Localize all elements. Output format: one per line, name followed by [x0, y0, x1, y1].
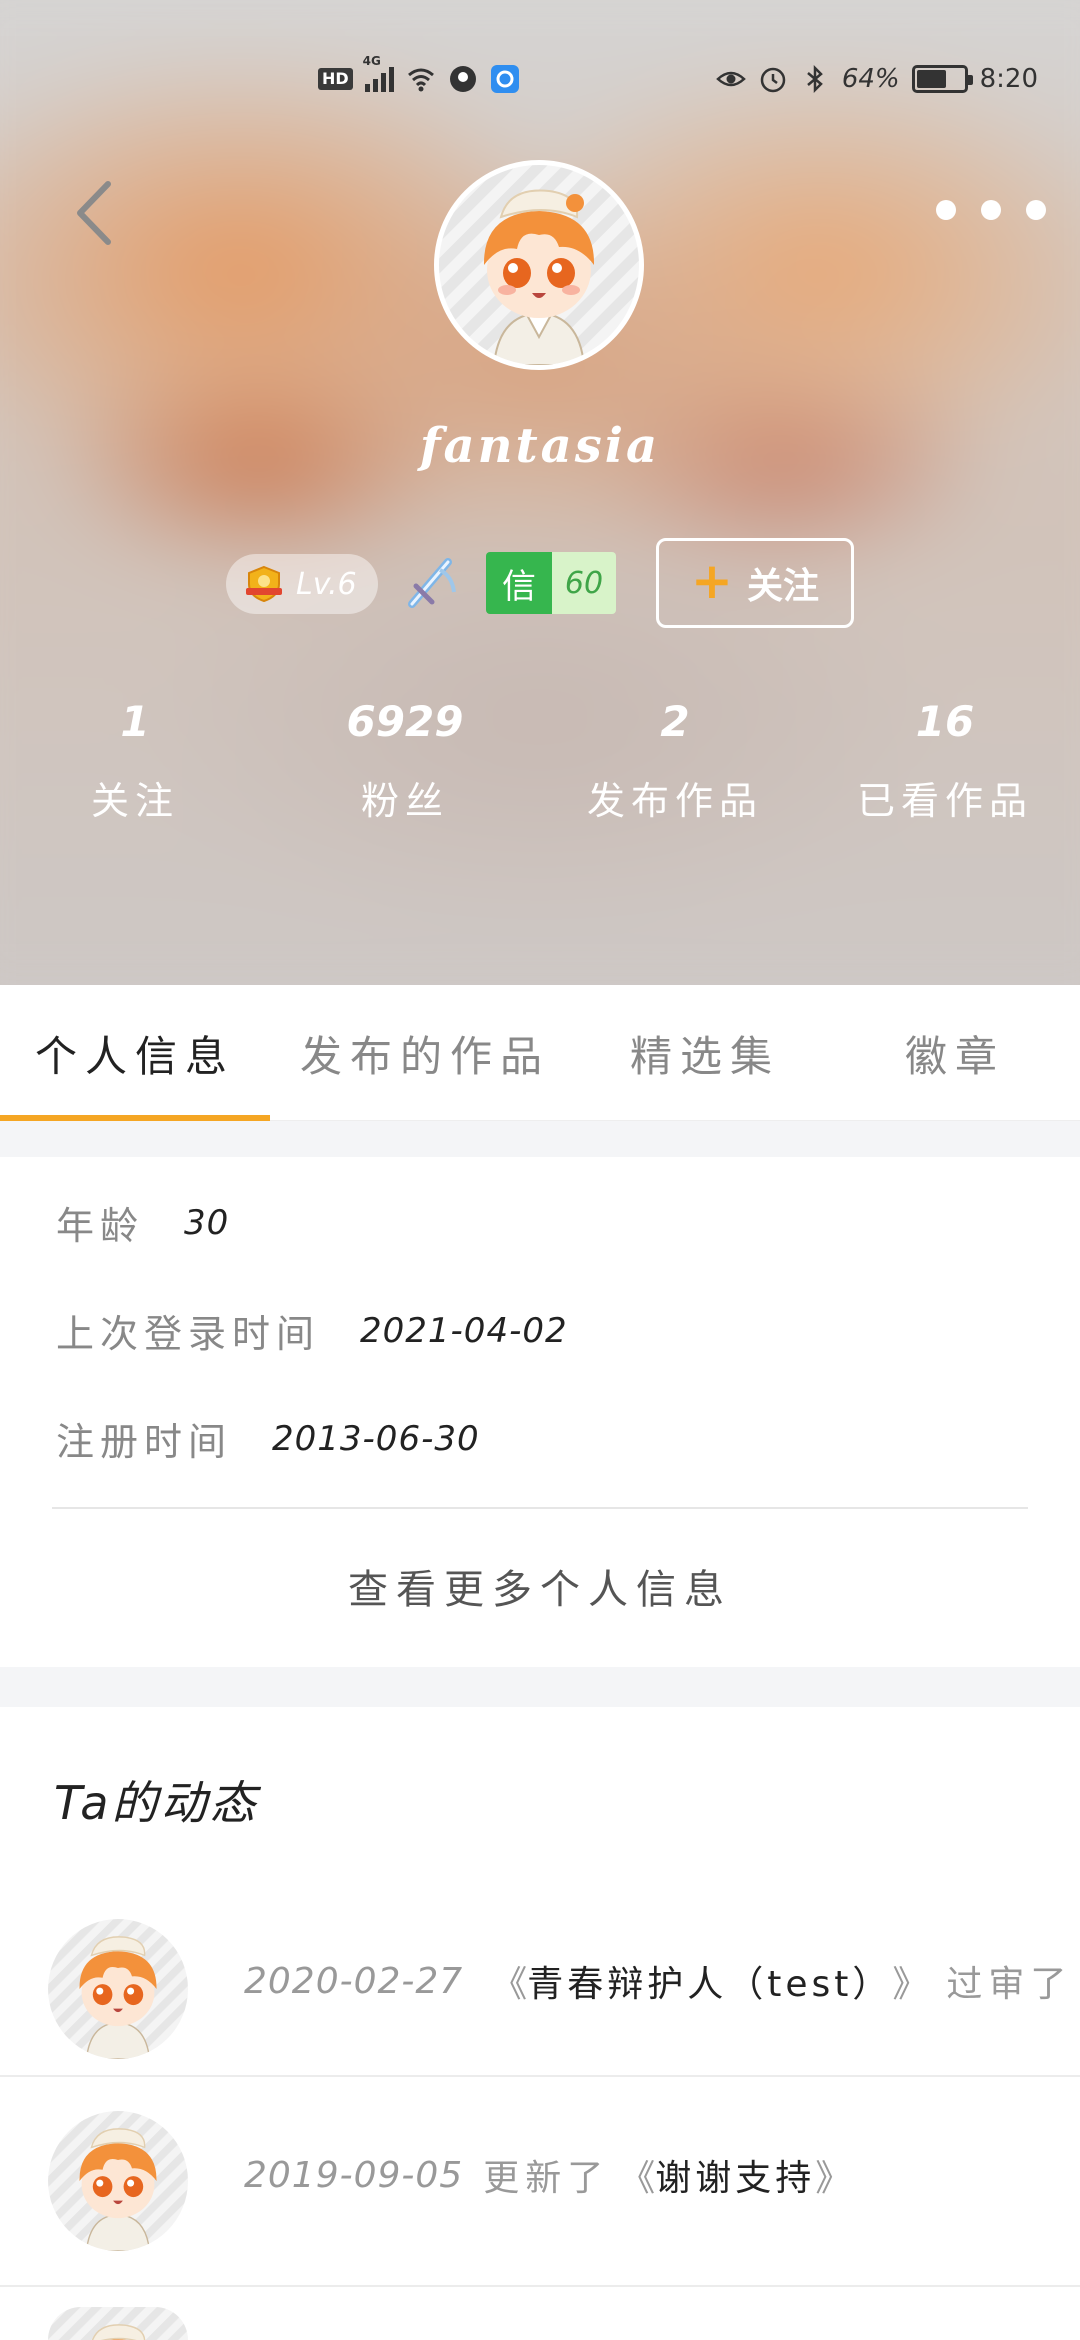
personal-info-section: 年龄 30 上次登录时间 2021-04-02 注册时间 2013-06-30 …: [0, 1157, 1080, 1667]
avatar-illustration: [48, 2307, 188, 2340]
more-icon[interactable]: [936, 196, 1046, 224]
last-login-value: 2021-04-02: [360, 1310, 568, 1351]
stat-published[interactable]: 2 发布作品: [540, 690, 810, 840]
status-bar-right: 64% 8:20: [715, 52, 1038, 106]
book-quote-open: 《: [619, 2158, 656, 2199]
activity-action: 过审了: [946, 1964, 1073, 2005]
back-icon[interactable]: [70, 178, 118, 248]
register-label: 注册时间: [56, 1420, 233, 1464]
signal-icon: 4G: [363, 54, 394, 92]
view-more-info-link[interactable]: 查看更多个人信息: [0, 1557, 1080, 1615]
follow-label: 关注: [746, 566, 819, 607]
last-login-label: 上次登录时间: [56, 1312, 321, 1356]
stat-fans[interactable]: 6929 粉丝: [270, 690, 540, 840]
activity-title: Ta的动态: [54, 1776, 259, 1830]
stat-value: 16: [915, 697, 975, 746]
info-row-register: 注册时间 2013-06-30: [56, 1411, 480, 1466]
stat-following[interactable]: 1 关注: [0, 690, 270, 840]
book-quote-close: 》: [815, 2158, 852, 2199]
status-bar: HD 4G 64% 8:20: [0, 52, 1080, 106]
activity-date: 2020-02-27: [244, 1960, 464, 2002]
activity-section: Ta的动态 2020-02-27 《 青春辩护人（test） 》 过审了 201…: [0, 1707, 1080, 2340]
stat-value: 6929: [346, 697, 464, 746]
info-row-last-login: 上次登录时间 2021-04-02: [56, 1303, 568, 1358]
wifi-icon: [407, 68, 434, 92]
avatar-illustration: [439, 165, 639, 365]
battery-icon: [911, 65, 973, 93]
eye-icon: [715, 71, 746, 87]
profile-header: HD 4G 64% 8:20 fantasia Lv.6 信 60 + 关注 1…: [0, 0, 1080, 985]
profile-stats: 1 关注 6929 粉丝 2 发布作品 16 已看作品: [0, 690, 1080, 840]
status-bar-left: HD 4G: [318, 52, 520, 106]
alarm-icon: [760, 67, 786, 93]
app-blue-icon: [490, 65, 519, 93]
list-item[interactable]: 2020-02-27 《 青春辩护人（test） 》 过审了: [0, 1867, 1080, 2077]
network-type: 4G: [362, 54, 381, 68]
badge-row: Lv.6 信 60 + 关注: [0, 538, 1080, 628]
stat-label: 已看作品: [856, 779, 1033, 823]
book-quote-close: 》: [892, 1964, 929, 2005]
username: fantasia: [419, 418, 661, 474]
app-notification-icon: [449, 66, 476, 92]
activity-action: 更新了: [483, 2158, 610, 2199]
stat-value: 2: [660, 697, 690, 746]
register-value: 2013-06-30: [272, 1418, 480, 1459]
info-row-age: 年龄 30: [56, 1195, 229, 1250]
section-gap: [0, 1667, 1080, 1707]
avatar[interactable]: [48, 2111, 188, 2251]
work-title-link[interactable]: 青春辩护人（test）: [527, 1955, 892, 2007]
bluetooth-icon: [807, 64, 823, 94]
avatar-illustration: [48, 2111, 188, 2251]
battery-percent: 64%: [841, 64, 900, 94]
credit-score: 60: [552, 552, 616, 614]
stat-label: 关注: [90, 779, 179, 823]
stat-label: 发布作品: [586, 779, 763, 823]
activity-text: 2020-02-27 《 青春辩护人（test） 》 过审了: [244, 1955, 1072, 2007]
tab-badges[interactable]: 徽章: [830, 985, 1080, 1121]
level-badge[interactable]: Lv.6: [226, 554, 378, 614]
follow-button[interactable]: + 关注: [656, 538, 854, 628]
list-item[interactable]: 2019-09-05 更新了 《 谢谢支持 》: [0, 2077, 1080, 2287]
level-shield-icon: [246, 565, 282, 603]
age-value: 30: [184, 1202, 230, 1243]
tab-personal-info[interactable]: 个人信息: [0, 985, 270, 1121]
avatar[interactable]: [48, 1919, 188, 2059]
level-label: Lv.6: [296, 566, 357, 602]
activity-date: 2019-09-05: [244, 2154, 464, 2196]
profile-tabs: 个人信息 发布的作品 精选集 徽章: [0, 985, 1080, 1121]
stat-label: 粉丝: [360, 779, 449, 823]
clock: 8:20: [979, 64, 1038, 94]
credit-label: 信: [486, 552, 552, 614]
sword-badge-icon[interactable]: [404, 552, 460, 612]
avatar-illustration: [48, 1919, 188, 2059]
stat-value: 1: [120, 697, 150, 746]
avatar[interactable]: [434, 160, 644, 370]
avatar[interactable]: [48, 2307, 188, 2340]
work-title-link[interactable]: 谢谢支持: [655, 2149, 815, 2201]
credit-badge[interactable]: 信 60: [486, 552, 616, 614]
stat-viewed[interactable]: 16 已看作品: [810, 690, 1080, 840]
hd-badge: HD: [318, 68, 353, 90]
tab-published-works[interactable]: 发布的作品: [270, 985, 580, 1121]
activity-text: 2019-09-05 更新了 《 谢谢支持 》: [244, 2149, 851, 2201]
plus-icon: +: [691, 552, 733, 610]
section-gap: [0, 1121, 1080, 1157]
tab-collections[interactable]: 精选集: [580, 985, 830, 1121]
divider: [52, 1507, 1028, 1509]
age-label: 年龄: [56, 1204, 145, 1248]
book-quote-open: 《: [491, 1964, 528, 2005]
